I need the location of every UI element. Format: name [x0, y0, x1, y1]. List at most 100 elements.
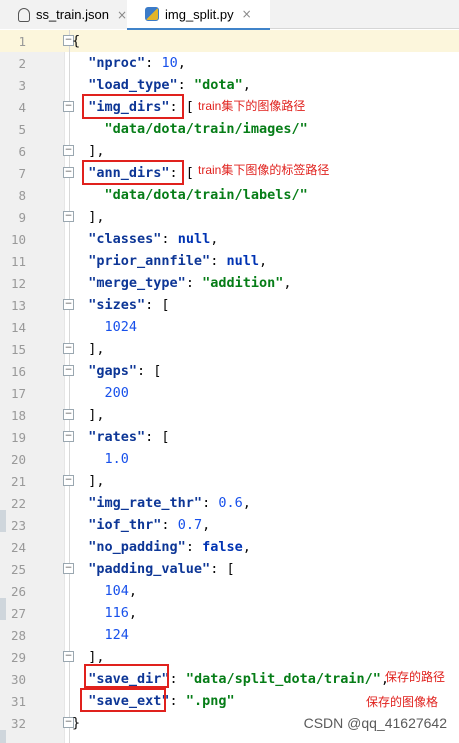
json-string: "dota" — [193, 77, 243, 93]
json-number: 0.7 — [177, 517, 203, 533]
line-number: 19 — [10, 430, 26, 445]
json-string: ".png" — [185, 693, 235, 709]
line-number: 6 — [18, 144, 26, 159]
json-key: "img_rate_thr" — [88, 495, 203, 511]
line-number: 22 — [10, 496, 26, 511]
json-number: 104 — [104, 583, 129, 599]
annotation-note: 保存的路径 — [385, 670, 446, 684]
python-file-icon — [145, 7, 159, 21]
json-key: "padding_value" — [88, 561, 211, 577]
code-line[interactable]: "img_rate_thr": 0.6, — [72, 492, 251, 514]
tab-ss-train-json[interactable]: ss_train.json × — [0, 0, 127, 29]
code-line[interactable]: 116, — [72, 602, 138, 624]
code-line[interactable]: "prior_annfile": null, — [72, 250, 267, 272]
json-null: null — [226, 253, 259, 269]
json-number: 0.6 — [218, 495, 243, 511]
code-line[interactable]: "rates": [ — [72, 426, 169, 448]
tab-label: ss_train.json — [35, 7, 109, 22]
annotation-note: 保存的图像格 — [366, 695, 439, 709]
code-line[interactable]: "no_padding": false, — [72, 536, 251, 558]
json-string: "data/dota/train/labels/" — [104, 187, 308, 203]
line-number: 3 — [18, 78, 26, 93]
annotation-box — [80, 688, 166, 712]
json-number: 1024 — [104, 319, 138, 335]
line-number: 24 — [10, 540, 26, 555]
tab-img-split-py[interactable]: img_split.py × — [127, 0, 270, 30]
json-key: "classes" — [88, 231, 162, 247]
line-number: 5 — [18, 122, 26, 137]
json-number: 1.0 — [104, 451, 129, 467]
code-line[interactable]: 124 — [72, 624, 129, 646]
line-number: 25 — [10, 562, 26, 577]
json-string: "data/dota/train/images/" — [104, 121, 308, 137]
json-string: "addition" — [202, 275, 284, 291]
line-number: 14 — [10, 320, 26, 335]
code-line[interactable]: { — [72, 30, 80, 52]
tab-label: img_split.py — [165, 6, 234, 22]
annotation-note: train集下图像的标签路径 — [198, 163, 330, 177]
code-line[interactable]: "padding_value": [ — [72, 558, 234, 580]
json-number: 200 — [104, 385, 129, 401]
code-line[interactable]: "nproc": 10, — [72, 52, 186, 74]
json-key: "iof_thr" — [88, 517, 162, 533]
line-number: 21 — [10, 474, 26, 489]
code-line[interactable]: 1024 — [72, 316, 138, 338]
annotation-note: train集下的图像路径 — [198, 99, 306, 113]
json-key: "sizes" — [88, 297, 146, 313]
json-key: "no_padding" — [88, 539, 186, 555]
code-line[interactable]: ], — [72, 140, 104, 162]
line-number: 30 — [10, 672, 26, 687]
line-number: 9 — [18, 210, 26, 225]
code-line[interactable]: } — [72, 712, 80, 734]
json-key: "nproc" — [88, 55, 146, 71]
annotation-box — [82, 94, 184, 119]
line-number: 18 — [10, 408, 26, 423]
line-number: 2 — [18, 56, 26, 71]
close-icon[interactable]: × — [242, 7, 252, 21]
line-number: 11 — [10, 254, 26, 269]
code-line[interactable]: 1.0 — [72, 448, 129, 470]
line-number: 16 — [10, 364, 26, 379]
code-line[interactable]: "merge_type": "addition", — [72, 272, 291, 294]
code-line[interactable]: "gaps": [ — [72, 360, 161, 382]
code-line[interactable]: "iof_thr": 0.7, — [72, 514, 210, 536]
line-number: 8 — [18, 188, 26, 203]
code-line[interactable]: "load_type": "dota", — [72, 74, 251, 96]
code-line[interactable]: 104, — [72, 580, 138, 602]
json-key: "load_type" — [88, 77, 178, 93]
line-number: 31 — [10, 694, 26, 709]
json-number: 10 — [161, 55, 178, 71]
line-number: 17 — [10, 386, 26, 401]
code-line[interactable]: "sizes": [ — [72, 294, 169, 316]
code-line[interactable]: ], — [72, 404, 104, 426]
line-number: 20 — [10, 452, 26, 467]
json-boolean: false — [202, 539, 243, 555]
line-number: 29 — [10, 650, 26, 665]
json-file-icon — [18, 7, 30, 22]
annotation-box — [82, 160, 184, 185]
code-line[interactable]: "classes": null, — [72, 228, 218, 250]
code-line[interactable]: "data/dota/train/images/" — [72, 118, 308, 140]
line-number: 4 — [18, 100, 26, 115]
close-icon[interactable]: × — [117, 8, 127, 22]
editor-tab-bar: ss_train.json × img_split.py × — [0, 0, 459, 30]
json-key: "gaps" — [88, 363, 138, 379]
code-line[interactable]: ], — [72, 206, 104, 228]
json-string: "data/split_dota/train/" — [185, 671, 381, 687]
code-line[interactable]: "data/dota/train/labels/" — [72, 184, 308, 206]
fold-guide — [69, 30, 70, 743]
line-number: 12 — [10, 276, 26, 291]
line-number: 1 — [18, 34, 26, 49]
code-line[interactable]: 200 — [72, 382, 129, 404]
brace-close: } — [72, 715, 81, 731]
brace-open: { — [72, 33, 81, 49]
line-number: 26 — [10, 584, 26, 599]
json-number: 124 — [104, 627, 129, 643]
watermark: CSDN @qq_41627642 — [303, 715, 447, 731]
code-line[interactable]: ], — [72, 470, 104, 492]
line-number: 10 — [10, 232, 26, 247]
line-number: 32 — [10, 716, 26, 731]
code-line[interactable]: ], — [72, 338, 104, 360]
line-number: 27 — [10, 606, 26, 621]
line-number: 28 — [10, 628, 26, 643]
